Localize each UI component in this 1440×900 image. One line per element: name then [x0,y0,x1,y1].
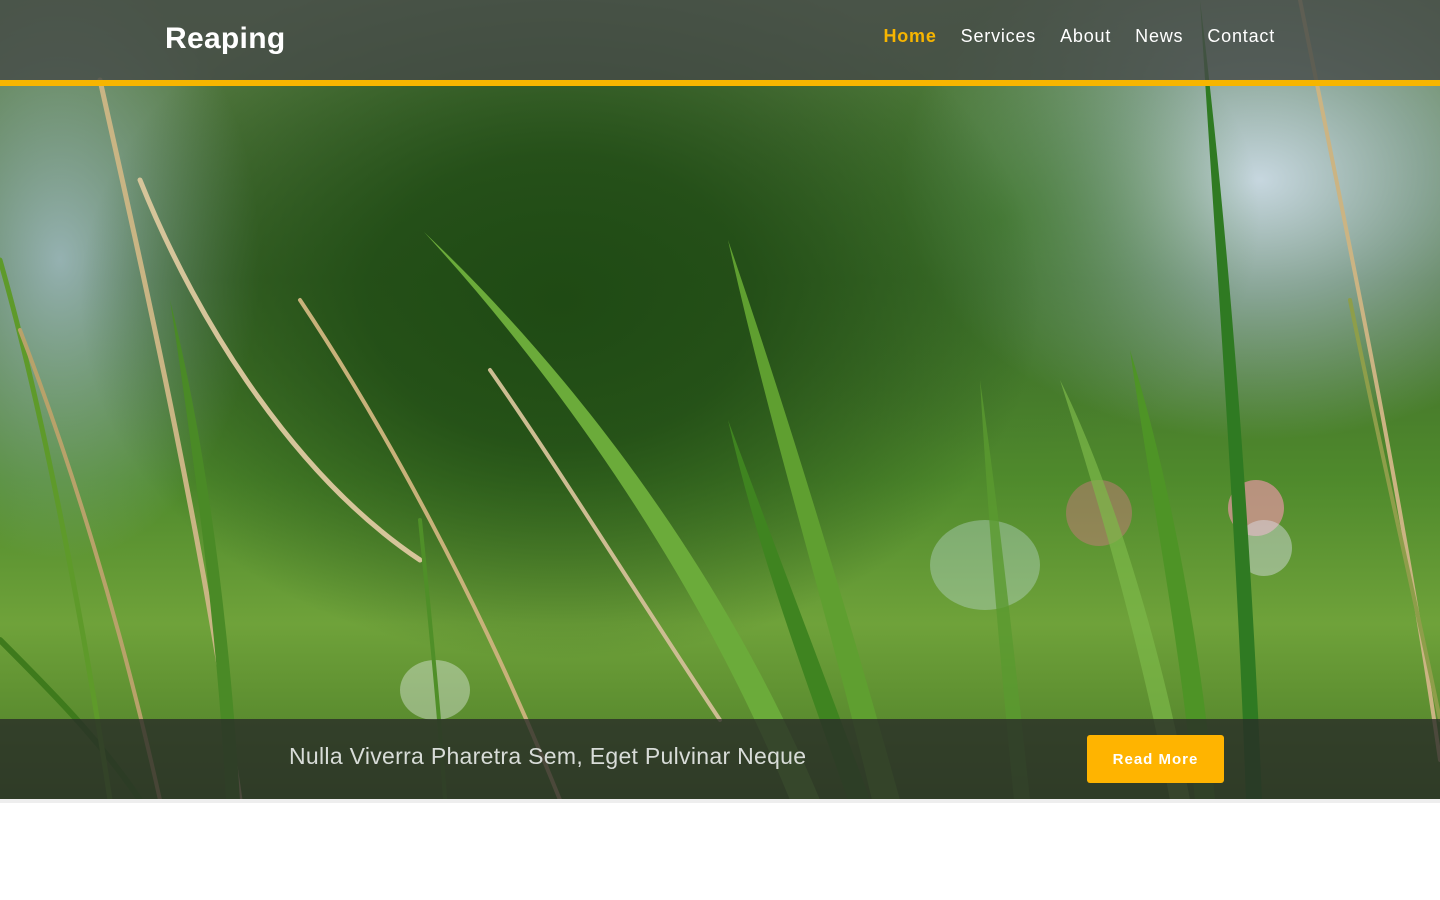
hero-caption-bar: Nulla Viverra Pharetra Sem, Eget Pulvina… [0,719,1440,799]
hero-caption: Nulla Viverra Pharetra Sem, Eget Pulvina… [289,743,807,769]
hero-bottom-edge [0,799,1440,803]
nav-accent-stripe [0,80,1440,86]
nav-link-contact[interactable]: Contact [1207,26,1275,47]
nav-link-home[interactable]: Home [883,26,936,47]
read-more-button[interactable]: Read More [1087,735,1224,783]
hero-background-image [0,0,1440,800]
nav-link-about[interactable]: About [1060,26,1111,47]
top-navbar: Reaping Home Services About News Contact [0,0,1440,80]
nav-link-services[interactable]: Services [961,26,1036,47]
main-nav: Home Services About News Contact [883,26,1275,47]
brand-logo[interactable]: Reaping [165,22,285,56]
grass-blades [0,0,1440,800]
nav-link-news[interactable]: News [1135,26,1183,47]
